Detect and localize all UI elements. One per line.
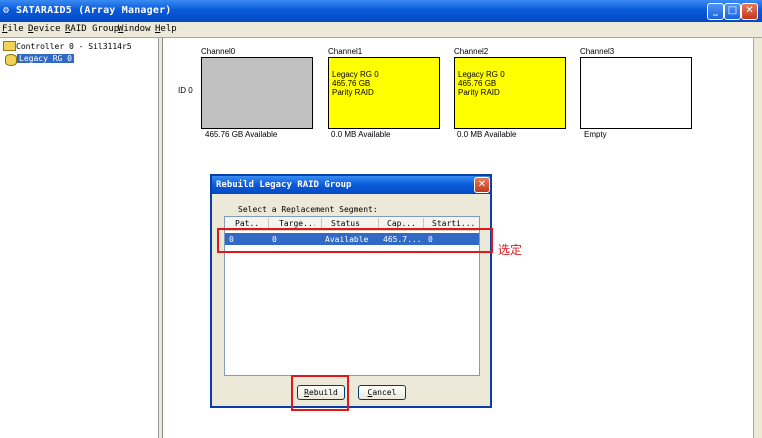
- id-row-label: ID 0: [178, 86, 193, 95]
- raid-group-icon: [5, 54, 17, 66]
- highlight-selected-row: [217, 228, 493, 253]
- channel-label: Channel1: [328, 47, 363, 56]
- channel-availability: 0.0 MB Available: [331, 130, 391, 139]
- column-header[interactable]: Status: [331, 219, 371, 228]
- tree-item-controller[interactable]: Controller 0 - Sil3114r5: [16, 42, 132, 51]
- drive-line: Legacy RG 0: [332, 70, 379, 79]
- channel-label: Channel0: [201, 47, 236, 56]
- device-tree: [0, 38, 159, 438]
- dialog-title: Rebuild Legacy RAID Group: [216, 180, 352, 190]
- channel-drive-box[interactable]: Legacy RG 0 465.76 GB Parity RAID: [328, 57, 440, 129]
- menu-device[interactable]: Device: [28, 24, 61, 34]
- channel-availability: 0.0 MB Available: [457, 130, 517, 139]
- drive-line: Parity RAID: [458, 88, 500, 97]
- highlight-rebuild-button: [291, 375, 349, 411]
- column-header[interactable]: Targe...: [279, 219, 315, 228]
- channel-label: Channel2: [454, 47, 489, 56]
- channel-drive-box[interactable]: [201, 57, 313, 129]
- drive-line: Parity RAID: [332, 88, 374, 97]
- minimize-button[interactable]: _: [707, 3, 724, 20]
- controller-icon: [3, 41, 16, 51]
- menu-raid-group[interactable]: RAID Group: [65, 24, 119, 34]
- maximize-button[interactable]: □: [724, 3, 741, 20]
- channel-availability: Empty: [584, 130, 607, 139]
- drive-line: Legacy RG 0: [458, 70, 505, 79]
- column-header[interactable]: Cap...: [387, 219, 417, 228]
- menu-file[interactable]: File: [2, 24, 24, 34]
- tree-item-raid-group[interactable]: Legacy RG 0: [17, 54, 74, 63]
- window-title: SATARAID5 (Array Manager): [16, 5, 172, 16]
- column-header[interactable]: Pat...: [235, 219, 261, 228]
- close-button[interactable]: ✕: [741, 3, 758, 20]
- dialog-prompt: Select a Replacement Segment:: [238, 205, 378, 214]
- cancel-button[interactable]: Cancel: [358, 385, 406, 400]
- menu-window[interactable]: Window: [118, 24, 151, 34]
- menu-help[interactable]: Help: [155, 24, 177, 34]
- app-icon: ⚙: [3, 5, 10, 16]
- annotation-note: 选定: [498, 243, 523, 257]
- channel-drive-box[interactable]: [580, 57, 692, 129]
- channel-availability: 465.76 GB Available: [205, 130, 278, 139]
- channel-label: Channel3: [580, 47, 615, 56]
- drive-line: 465.76 GB: [332, 79, 371, 88]
- vertical-scrollbar[interactable]: [753, 38, 762, 438]
- drive-line: 465.76 GB: [458, 79, 497, 88]
- channel-drive-box[interactable]: Legacy RG 0 465.76 GB Parity RAID: [454, 57, 566, 129]
- dialog-close-button[interactable]: ✕: [474, 177, 490, 193]
- column-header[interactable]: Starti...: [432, 219, 476, 228]
